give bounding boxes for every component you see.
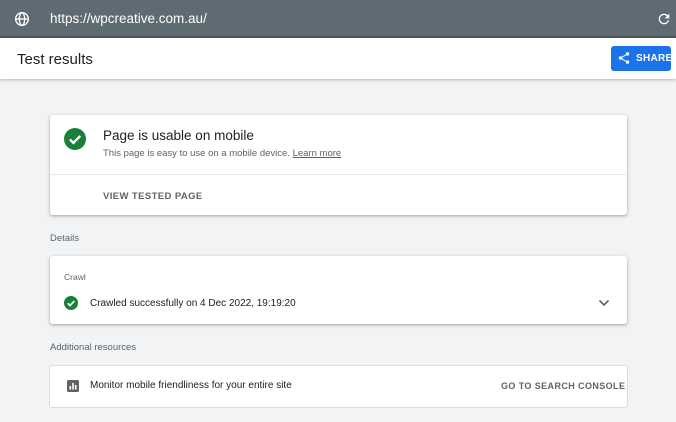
view-tested-page-button[interactable]: VIEW TESTED PAGE <box>103 191 203 202</box>
share-icon <box>618 52 630 64</box>
card-divider <box>50 174 627 175</box>
page-title: Test results <box>17 51 93 68</box>
description-text: This page is easy to use on a mobile dev… <box>103 148 290 159</box>
crawl-status: Crawled successfully on 4 Dec 2022, 19:1… <box>90 298 296 309</box>
app-header: Test results SHARE <box>0 38 676 79</box>
crawl-card[interactable]: Crawl Crawled successfully on 4 Dec 2022… <box>50 256 627 324</box>
details-heading: Details <box>50 233 80 244</box>
learn-more-link[interactable]: Learn more <box>293 148 342 159</box>
result-description: This page is easy to use on a mobile dev… <box>103 148 341 159</box>
reload-icon[interactable] <box>656 11 672 27</box>
chevron-down-icon[interactable] <box>598 299 610 307</box>
share-button[interactable]: SHARE <box>611 46 673 71</box>
search-console-link[interactable]: GO TO SEARCH CONSOLE <box>501 381 625 391</box>
result-headline: Page is usable on mobile <box>103 128 254 143</box>
url-text[interactable]: https://wpcreative.com.au/ <box>50 11 207 26</box>
crawl-title: Crawl <box>64 272 86 282</box>
additional-resources-heading: Additional resources <box>50 342 137 353</box>
check-circle-icon <box>64 128 86 150</box>
usability-result-card: Page is usable on mobile This page is ea… <box>50 115 627 215</box>
resource-text: Monitor mobile friendliness for your ent… <box>90 380 292 391</box>
chart-icon <box>67 380 79 392</box>
resource-item: Monitor mobile friendliness for your ent… <box>50 366 627 407</box>
share-label: SHARE <box>636 53 673 64</box>
address-bar: https://wpcreative.com.au/ <box>0 0 676 38</box>
globe-icon <box>15 12 29 26</box>
check-circle-icon <box>64 296 78 310</box>
